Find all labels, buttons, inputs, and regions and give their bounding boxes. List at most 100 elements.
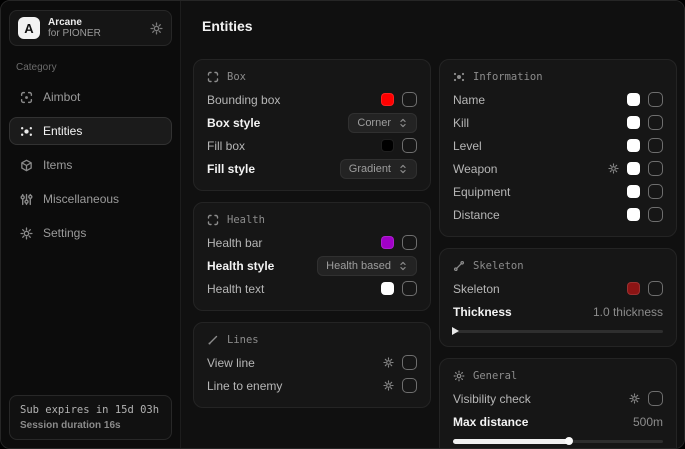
weapon-checkbox[interactable] — [648, 161, 663, 176]
chevron-updown-icon — [398, 164, 408, 174]
kill-checkbox[interactable] — [648, 115, 663, 130]
equipment-checkbox[interactable] — [648, 184, 663, 199]
sidebar-item-label: Aimbot — [43, 90, 80, 104]
max-distance-slider[interactable] — [453, 436, 663, 446]
entities-icon — [20, 125, 33, 138]
sidebar-item-entities[interactable]: Entities — [9, 117, 172, 145]
skeleton-card: Skeleton Skeleton Thickness 1.0 thicknes… — [439, 248, 677, 347]
color-swatch[interactable] — [627, 185, 640, 198]
bone-icon — [453, 260, 465, 272]
gear-icon[interactable] — [608, 163, 619, 174]
entities-icon — [453, 71, 465, 83]
card-title: Health — [227, 214, 265, 226]
gear-icon[interactable] — [629, 393, 640, 404]
sidebar-item-aimbot[interactable]: Aimbot — [9, 83, 172, 111]
weapon-row: Weapon — [453, 157, 663, 180]
cube-icon — [20, 159, 33, 172]
level-checkbox[interactable] — [648, 138, 663, 153]
general-card: General Visibility check Max distance 50… — [439, 358, 677, 449]
view-line-row: View line — [207, 351, 417, 374]
box-style-row: Box style Corner — [207, 111, 417, 134]
distance-row: Distance — [453, 203, 663, 226]
app-window: A Arcane for PIONER Category Aimbot Enti… — [0, 0, 685, 449]
color-swatch[interactable] — [627, 116, 640, 129]
sun-icon — [453, 370, 465, 382]
card-title: General — [473, 370, 517, 382]
thickness-value: 1.0 thickness — [593, 305, 663, 319]
max-distance-value: 500m — [633, 415, 663, 429]
corners-icon — [207, 214, 219, 226]
brand-card: A Arcane for PIONER — [9, 10, 172, 46]
color-swatch[interactable] — [627, 162, 640, 175]
card-title: Box — [227, 71, 246, 83]
bounding-box-row: Bounding box — [207, 88, 417, 111]
fill-style-row: Fill style Gradient — [207, 157, 417, 180]
gear-icon[interactable] — [383, 380, 394, 391]
session-duration-text: Session duration 16s — [20, 420, 161, 431]
app-title: Arcane — [48, 17, 142, 29]
health-bar-row: Health bar — [207, 231, 417, 254]
chevron-updown-icon — [398, 118, 408, 128]
box-style-dropdown[interactable]: Corner — [348, 113, 417, 133]
color-swatch[interactable] — [381, 282, 394, 295]
health-text-checkbox[interactable] — [402, 281, 417, 296]
fill-box-checkbox[interactable] — [402, 138, 417, 153]
bounding-box-checkbox[interactable] — [402, 92, 417, 107]
slider-handle[interactable] — [452, 327, 459, 335]
max-distance-row: Max distance 500m — [453, 410, 663, 433]
name-row: Name — [453, 88, 663, 111]
color-swatch[interactable] — [627, 282, 640, 295]
sidebar-item-items[interactable]: Items — [9, 151, 172, 179]
distance-checkbox[interactable] — [648, 207, 663, 222]
fill-box-row: Fill box — [207, 134, 417, 157]
skeleton-row: Skeleton — [453, 277, 663, 300]
sidebar-item-label: Items — [43, 158, 72, 172]
kill-row: Kill — [453, 111, 663, 134]
color-swatch[interactable] — [627, 93, 640, 106]
skeleton-checkbox[interactable] — [648, 281, 663, 296]
card-title: Skeleton — [473, 260, 524, 272]
slider-handle[interactable] — [565, 437, 573, 445]
crosshair-icon — [20, 91, 33, 104]
corners-icon — [207, 71, 219, 83]
health-style-row: Health style Health based — [207, 254, 417, 277]
health-text-row: Health text — [207, 277, 417, 300]
gear-icon[interactable] — [383, 357, 394, 368]
thickness-row: Thickness 1.0 thickness — [453, 300, 663, 323]
diagonal-line-icon — [207, 334, 219, 346]
color-swatch[interactable] — [381, 236, 394, 249]
sidebar-item-miscellaneous[interactable]: Miscellaneous — [9, 185, 172, 213]
gear-icon — [20, 227, 33, 240]
equipment-row: Equipment — [453, 180, 663, 203]
health-style-dropdown[interactable]: Health based — [317, 256, 417, 276]
sliders-icon — [20, 193, 33, 206]
card-title: Lines — [227, 334, 259, 346]
main-panel: Entities Players NPCs Box Bounding box — [181, 1, 685, 448]
thickness-slider[interactable] — [453, 326, 663, 336]
gear-icon[interactable] — [150, 22, 163, 35]
color-swatch[interactable] — [381, 93, 394, 106]
name-checkbox[interactable] — [648, 92, 663, 107]
visibility-check-row: Visibility check — [453, 387, 663, 410]
sub-expires-text: Sub expires in 15d 03h — [20, 404, 161, 416]
subscription-card: Sub expires in 15d 03h Session duration … — [9, 395, 172, 440]
information-card: Information Name Kill — [439, 59, 677, 237]
color-swatch[interactable] — [627, 139, 640, 152]
view-line-checkbox[interactable] — [402, 355, 417, 370]
card-title: Information — [473, 71, 543, 83]
sidebar-item-settings[interactable]: Settings — [9, 219, 172, 247]
health-card: Health Health bar Health style Health ba… — [193, 202, 431, 311]
level-row: Level — [453, 134, 663, 157]
fill-style-dropdown[interactable]: Gradient — [340, 159, 417, 179]
health-bar-checkbox[interactable] — [402, 235, 417, 250]
chevron-updown-icon — [398, 261, 408, 271]
visibility-check-checkbox[interactable] — [648, 391, 663, 406]
app-logo: A — [18, 17, 40, 39]
color-swatch[interactable] — [627, 208, 640, 221]
lines-card: Lines View line Line to enemy — [193, 322, 431, 408]
sidebar: A Arcane for PIONER Category Aimbot Enti… — [1, 1, 181, 448]
line-to-enemy-checkbox[interactable] — [402, 378, 417, 393]
category-label: Category — [16, 62, 165, 73]
line-to-enemy-row: Line to enemy — [207, 374, 417, 397]
color-swatch[interactable] — [381, 139, 394, 152]
